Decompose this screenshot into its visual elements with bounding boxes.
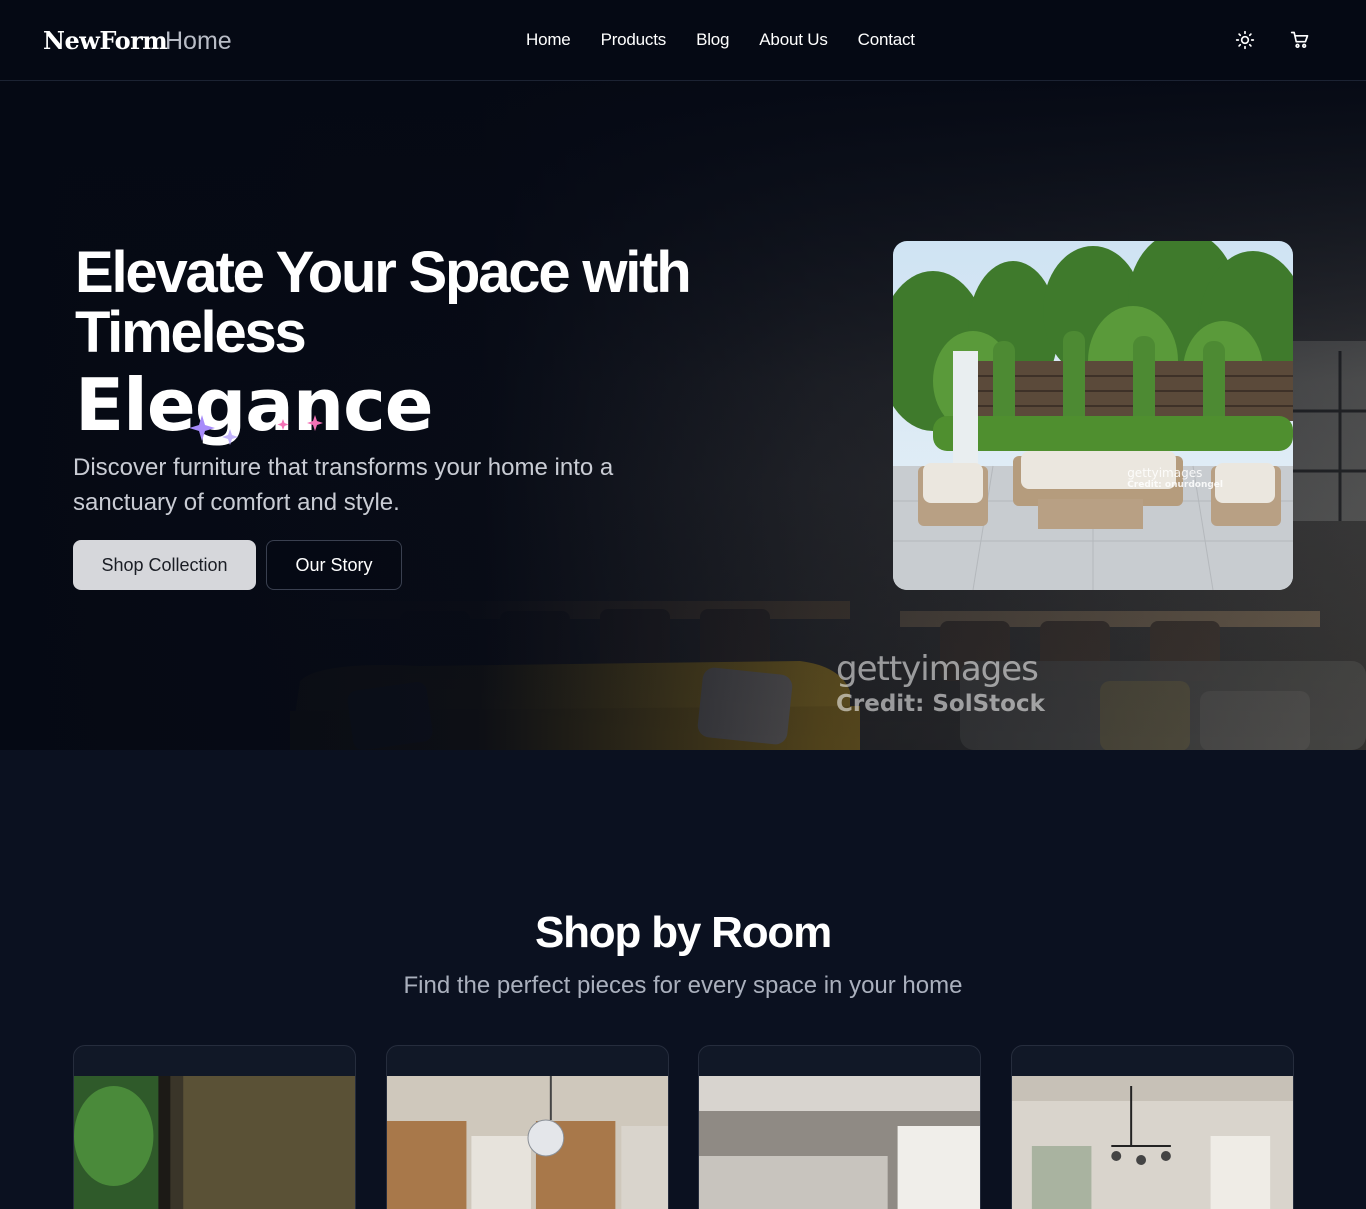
nav-link-products[interactable]: Products — [601, 30, 667, 50]
sparkle-icon — [190, 415, 323, 445]
brand-logo[interactable]: NewForm — [43, 26, 168, 55]
room-card[interactable] — [73, 1045, 356, 1209]
watermark-credit: Credit: SolStock — [836, 691, 1045, 717]
background-watermark: gettyimages Credit: SolStock — [836, 649, 1045, 717]
room-image — [699, 1076, 980, 1209]
room-card[interactable] — [1011, 1045, 1294, 1209]
nav-link-about-us[interactable]: About Us — [759, 30, 828, 50]
our-story-button[interactable]: Our Story — [266, 540, 402, 590]
nav-link-blog[interactable]: Blog — [696, 30, 729, 50]
hero-title: Elevate Your Space with Timeless — [75, 240, 692, 365]
watermark-brand: gettyimages — [836, 649, 1039, 689]
main-nav: Home Products Blog About Us Contact — [526, 30, 945, 50]
card-watermark: gettyimages Credit: onurdongel — [1127, 466, 1223, 490]
outdoor-furniture-image — [893, 241, 1293, 590]
cart-button[interactable] — [1288, 28, 1312, 52]
room-image — [74, 1076, 355, 1209]
card-watermark-credit: Credit: onurdongel — [1127, 480, 1223, 490]
top-navbar: NewForm Home Home Products Blog About Us… — [0, 0, 1366, 81]
sun-icon — [1235, 30, 1255, 50]
shop-collection-button[interactable]: Shop Collection — [73, 540, 256, 590]
room-card[interactable] — [698, 1045, 981, 1209]
hero-description: Discover furniture that transforms your … — [73, 454, 614, 516]
room-card[interactable] — [386, 1045, 669, 1209]
shop-by-room-title: Shop by Room — [534, 908, 832, 957]
hero-feature-image: gettyimages Credit: onurdongel — [893, 241, 1293, 590]
nav-link-home[interactable]: Home — [526, 30, 571, 50]
cart-icon — [1290, 31, 1309, 48]
nav-link-contact[interactable]: Contact — [858, 30, 915, 50]
room-image — [387, 1076, 668, 1209]
brand-subtitle[interactable]: Home — [165, 27, 232, 56]
shop-by-room-subtitle: Find the perfect pieces for every space … — [403, 972, 963, 999]
theme-toggle-button[interactable] — [1233, 28, 1257, 52]
card-watermark-brand: gettyimages — [1127, 466, 1203, 480]
room-image — [1012, 1076, 1293, 1209]
hero-section: gettyimages Credit: SolStock Elevate You… — [0, 81, 1366, 750]
